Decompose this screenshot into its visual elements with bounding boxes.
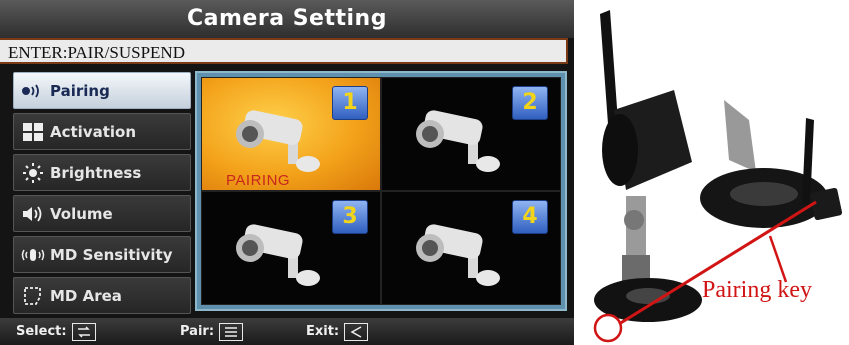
camera-number-badge: 3 — [332, 200, 368, 234]
camera-slot-4[interactable]: 4 — [381, 191, 561, 305]
security-camera-icon — [236, 224, 320, 286]
select-hint: Select: — [16, 318, 96, 345]
camera-slot-1[interactable]: 1 PAIRING — [201, 77, 381, 191]
camera-number-badge: 4 — [512, 200, 548, 234]
footer-hints: Select: Pair: Exit: — [0, 318, 574, 345]
security-camera-icon — [236, 110, 320, 172]
menu-item-label: MD Sensitivity — [50, 245, 173, 264]
camera-setting-screen: Camera Setting ENTER:PAIR/SUSPEND Pairin… — [0, 0, 574, 345]
swap-arrows-icon — [71, 322, 96, 341]
volume-speaker-icon — [20, 203, 46, 225]
menu-item-brightness[interactable]: Brightness — [13, 154, 191, 191]
exit-label: Exit: — [306, 324, 340, 339]
security-camera-icon — [416, 224, 500, 286]
pairing-key-highlight — [593, 313, 623, 343]
brightness-sun-icon — [20, 162, 46, 184]
camera-number-badge: 2 — [512, 86, 548, 120]
instruction-bar: ENTER:PAIR/SUSPEND — [0, 38, 568, 64]
menu-item-label: Brightness — [50, 163, 142, 182]
exit-hint: Exit: — [306, 318, 369, 345]
activation-grid-icon — [20, 121, 46, 143]
camera-grid: 1 PAIRING 2 3 4 — [195, 71, 567, 311]
camera-slot-2[interactable]: 2 — [381, 77, 561, 191]
screen-title: Camera Setting — [0, 0, 574, 38]
security-camera-icon — [416, 110, 500, 172]
camera-number-badge: 1 — [332, 86, 368, 120]
camera-slot-3[interactable]: 3 — [201, 191, 381, 305]
pairing-signal-icon — [20, 80, 46, 102]
back-arrow-icon — [344, 322, 369, 341]
menu-item-label: MD Area — [50, 286, 122, 305]
menu-item-activation[interactable]: Activation — [13, 113, 191, 150]
menu-item-label: Pairing — [50, 81, 110, 100]
settings-menu: Pairing Activation Brightness Volume MD … — [13, 72, 193, 314]
pairing-key-callout: Pairing key — [702, 277, 812, 303]
menu-item-pairing[interactable]: Pairing — [13, 72, 191, 109]
menu-lines-icon — [219, 322, 244, 341]
hand-waves-icon — [20, 244, 46, 266]
camera-product-photo: Pairing key — [574, 0, 849, 345]
menu-item-label: Activation — [50, 122, 137, 141]
menu-item-md-area[interactable]: MD Area — [13, 277, 191, 314]
select-label: Select: — [16, 324, 67, 339]
menu-item-md-sensitivity[interactable]: MD Sensitivity — [13, 236, 191, 273]
pairing-status: PAIRING — [226, 172, 291, 189]
area-outline-icon — [20, 285, 46, 307]
pair-label: Pair: — [180, 324, 215, 339]
pair-hint: Pair: — [180, 318, 244, 345]
menu-item-volume[interactable]: Volume — [13, 195, 191, 232]
menu-item-label: Volume — [50, 204, 113, 223]
